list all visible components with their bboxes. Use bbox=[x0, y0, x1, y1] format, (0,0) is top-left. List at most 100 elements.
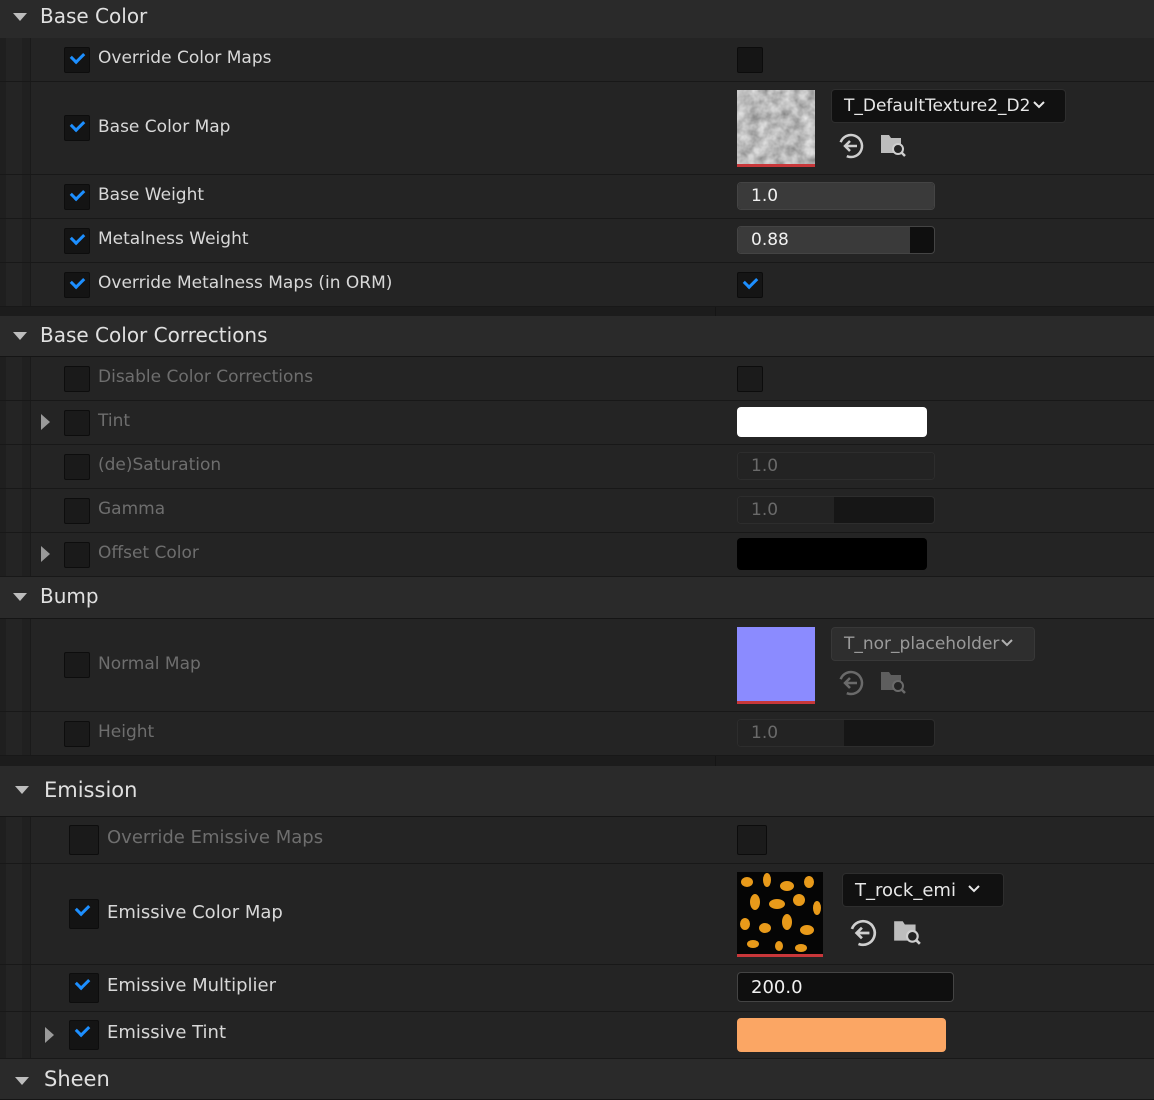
collapse-arrow-icon[interactable] bbox=[13, 332, 27, 340]
number-slider[interactable]: 0.88 bbox=[737, 226, 935, 254]
collapse-arrow-icon[interactable] bbox=[13, 13, 27, 21]
property-label: Override Color Maps bbox=[98, 48, 272, 68]
property-label: Emissive Tint bbox=[107, 1022, 227, 1043]
section-base-color-corrections[interactable]: Base Color Corrections bbox=[0, 316, 1154, 357]
value-checkbox[interactable] bbox=[737, 47, 763, 73]
enable-checkbox[interactable] bbox=[69, 825, 99, 855]
number-value: 200.0 bbox=[751, 977, 803, 998]
expand-arrow-icon[interactable] bbox=[41, 546, 50, 562]
property-label: (de)Saturation bbox=[98, 455, 222, 475]
folder-search-icon[interactable] bbox=[892, 917, 922, 947]
property-row-offset-color: Offset Color bbox=[0, 533, 1154, 577]
number-slider[interactable]: 200.0 bbox=[737, 972, 954, 1002]
property-row-disable-color-corrections: Disable Color Corrections bbox=[0, 357, 1154, 401]
property-label: Base Weight bbox=[98, 185, 205, 205]
texture-dropdown[interactable]: T_rock_emi bbox=[842, 873, 1004, 907]
enable-checkbox[interactable] bbox=[64, 184, 90, 210]
property-label: Override Emissive Maps bbox=[107, 827, 324, 848]
section-base-color[interactable]: Base Color bbox=[0, 0, 1154, 39]
texture-dropdown[interactable]: T_DefaultTexture2_D2 bbox=[831, 89, 1066, 123]
expand-arrow-icon[interactable] bbox=[45, 1027, 54, 1043]
value-checkbox[interactable] bbox=[737, 825, 767, 855]
property-row-metalness-weight: Metalness Weight 0.88 bbox=[0, 219, 1154, 263]
enable-checkbox[interactable] bbox=[64, 410, 90, 436]
property-row-tint: Tint bbox=[0, 401, 1154, 445]
enable-checkbox[interactable] bbox=[64, 652, 90, 678]
color-swatch[interactable] bbox=[737, 1018, 946, 1052]
texture-thumbnail[interactable] bbox=[737, 90, 815, 167]
property-row-emissive-multiplier: Emissive Multiplier 200.0 bbox=[0, 965, 1154, 1012]
arrow-left-circle-icon[interactable] bbox=[837, 669, 865, 697]
section-emission[interactable]: Emission bbox=[0, 766, 1154, 817]
section-title: Base Color bbox=[40, 4, 148, 28]
color-swatch[interactable] bbox=[737, 407, 927, 437]
property-row-gamma: Gamma 1.0 bbox=[0, 489, 1154, 533]
enable-checkbox[interactable] bbox=[64, 228, 90, 254]
expand-arrow-icon[interactable] bbox=[41, 414, 50, 430]
details-panel: Base Color Override Color Maps Base Colo… bbox=[0, 0, 1154, 1100]
enable-checkbox[interactable] bbox=[64, 47, 90, 73]
property-label: Tint bbox=[98, 411, 131, 431]
enable-checkbox[interactable] bbox=[64, 721, 90, 747]
property-label: Height bbox=[98, 722, 155, 742]
section-title: Base Color Corrections bbox=[40, 323, 268, 347]
number-value: 0.88 bbox=[751, 230, 789, 250]
property-label: Normal Map bbox=[98, 654, 201, 674]
number-slider[interactable]: 1.0 bbox=[737, 496, 935, 524]
property-row-normal-map: Normal Map T_nor_placeholder bbox=[0, 619, 1154, 712]
property-label: Gamma bbox=[98, 499, 166, 519]
chevron-down-icon bbox=[1001, 639, 1013, 647]
enable-checkbox[interactable] bbox=[64, 542, 90, 568]
texture-name: T_rock_emi bbox=[855, 880, 956, 901]
color-swatch[interactable] bbox=[737, 538, 927, 570]
number-value: 1.0 bbox=[751, 456, 779, 476]
enable-checkbox[interactable] bbox=[64, 366, 90, 392]
property-label: Emissive Color Map bbox=[107, 902, 283, 923]
property-row-base-color-map: Base Color Map T_DefaultTexture2_D2 bbox=[0, 82, 1154, 175]
chevron-down-icon bbox=[1033, 101, 1045, 109]
number-value: 1.0 bbox=[751, 500, 779, 520]
enable-checkbox[interactable] bbox=[64, 498, 90, 524]
property-label: Offset Color bbox=[98, 543, 199, 563]
property-row-emissive-color-map: Emissive Color Map T_rock_emi bbox=[0, 864, 1154, 965]
number-slider[interactable]: 1.0 bbox=[737, 452, 935, 480]
number-value: 1.0 bbox=[751, 723, 779, 743]
enable-checkbox[interactable] bbox=[69, 899, 99, 929]
enable-checkbox[interactable] bbox=[69, 1020, 99, 1050]
collapse-arrow-icon[interactable] bbox=[15, 1077, 29, 1085]
folder-search-icon[interactable] bbox=[879, 668, 907, 696]
property-label: Override Metalness Maps (in ORM) bbox=[98, 273, 393, 293]
section-title: Sheen bbox=[44, 1067, 110, 1091]
enable-checkbox[interactable] bbox=[69, 973, 99, 1003]
arrow-left-circle-icon[interactable] bbox=[837, 132, 865, 160]
property-row-override-emissive-maps: Override Emissive Maps bbox=[0, 817, 1154, 864]
property-row-override-color-maps: Override Color Maps bbox=[0, 38, 1154, 82]
property-row-height: Height 1.0 bbox=[0, 712, 1154, 756]
property-label: Disable Color Corrections bbox=[98, 367, 314, 387]
enable-checkbox[interactable] bbox=[64, 115, 90, 141]
value-checkbox[interactable] bbox=[737, 272, 763, 298]
property-label: Base Color Map bbox=[98, 117, 231, 137]
number-value: 1.0 bbox=[751, 186, 779, 206]
chevron-down-icon bbox=[968, 885, 980, 893]
arrow-left-circle-icon[interactable] bbox=[848, 918, 878, 948]
property-label: Metalness Weight bbox=[98, 229, 249, 249]
collapse-arrow-icon[interactable] bbox=[13, 593, 27, 601]
property-row-override-metalness-maps: Override Metalness Maps (in ORM) bbox=[0, 263, 1154, 307]
enable-checkbox[interactable] bbox=[64, 454, 90, 480]
enable-checkbox[interactable] bbox=[64, 272, 90, 298]
property-row-desaturation: (de)Saturation 1.0 bbox=[0, 445, 1154, 489]
texture-thumbnail[interactable] bbox=[737, 872, 823, 957]
collapse-arrow-icon[interactable] bbox=[15, 786, 29, 794]
folder-search-icon[interactable] bbox=[879, 131, 907, 159]
property-row-emissive-tint: Emissive Tint bbox=[0, 1012, 1154, 1059]
section-title: Bump bbox=[40, 584, 99, 608]
texture-dropdown[interactable]: T_nor_placeholder bbox=[831, 627, 1035, 661]
section-bump[interactable]: Bump bbox=[0, 577, 1154, 619]
number-slider[interactable]: 1.0 bbox=[737, 182, 935, 210]
texture-name: T_DefaultTexture2_D2 bbox=[844, 96, 1031, 116]
texture-name: T_nor_placeholder bbox=[844, 634, 1000, 654]
number-slider[interactable]: 1.0 bbox=[737, 719, 935, 747]
texture-thumbnail[interactable] bbox=[737, 627, 815, 704]
value-checkbox[interactable] bbox=[737, 366, 763, 392]
